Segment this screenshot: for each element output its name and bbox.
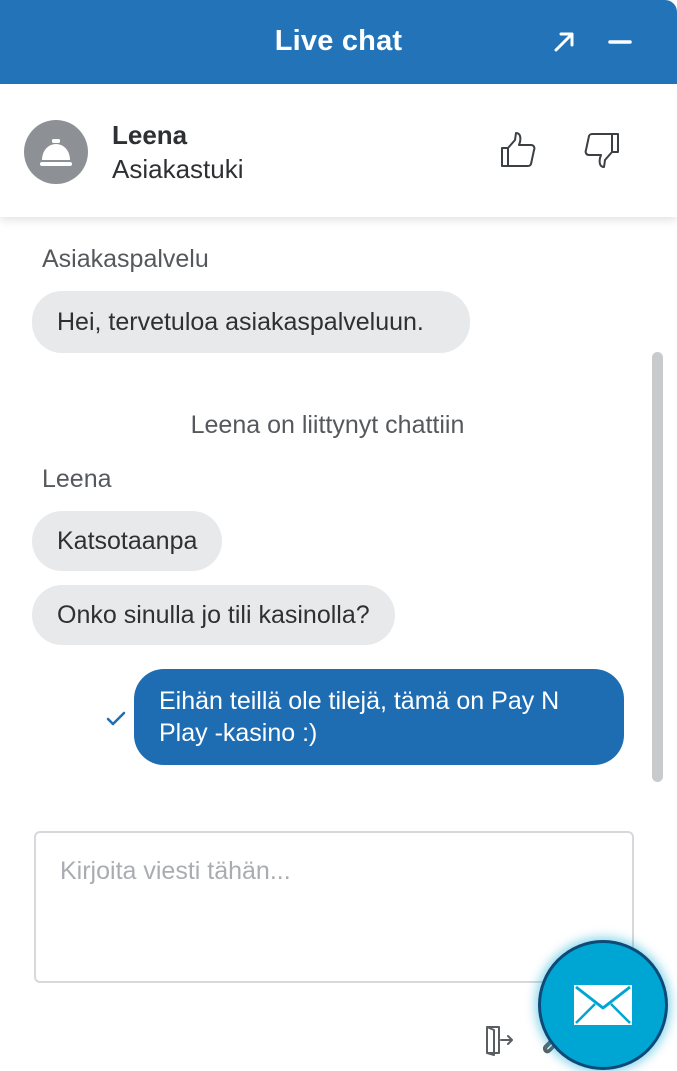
outgoing-message: Eihän teillä ole tilejä, tämä on Pay N P… bbox=[134, 669, 624, 765]
chat-window: Live chat Leena Asiakastuki Asiakaspalve… bbox=[0, 0, 677, 1071]
minimize-icon bbox=[608, 40, 632, 44]
agent-header: Leena Asiakastuki bbox=[0, 84, 677, 217]
thumbs-down-icon bbox=[584, 133, 619, 168]
message-input[interactable] bbox=[36, 833, 632, 981]
message-sender: Asiakaspalvelu bbox=[42, 245, 209, 273]
minimize-button[interactable] bbox=[600, 22, 640, 62]
thumbs-up-icon bbox=[501, 132, 536, 167]
rate-positive-button[interactable] bbox=[496, 128, 540, 172]
exit-icon bbox=[486, 1026, 513, 1056]
send-button[interactable] bbox=[538, 940, 668, 1070]
incoming-message: Katsotaanpa bbox=[32, 511, 223, 571]
chat-title-bar: Live chat bbox=[0, 0, 677, 84]
end-chat-button[interactable] bbox=[480, 1022, 516, 1058]
system-message: Leena on liittynyt chattiin bbox=[190, 411, 465, 439]
message-list[interactable]: Asiakaspalvelu Hei, tervetuloa asiakaspa… bbox=[0, 217, 677, 817]
messages-scrollbar[interactable] bbox=[652, 352, 663, 782]
service-bell-icon bbox=[40, 139, 72, 166]
expand-button[interactable] bbox=[544, 22, 584, 62]
arrow-expand-icon bbox=[554, 32, 574, 52]
agent-name: Leena bbox=[112, 120, 188, 150]
message-sender: Leena bbox=[42, 465, 112, 493]
avatar bbox=[24, 120, 88, 184]
message-composer bbox=[34, 831, 634, 983]
checkmark-icon bbox=[106, 711, 126, 726]
rate-negative-button[interactable] bbox=[580, 128, 624, 172]
envelope-icon bbox=[574, 985, 632, 1025]
incoming-message: Hei, tervetuloa asiakaspalveluun. bbox=[32, 291, 470, 353]
agent-role: Asiakastuki bbox=[112, 154, 244, 184]
incoming-message: Onko sinulla jo tili kasinolla? bbox=[32, 585, 395, 645]
